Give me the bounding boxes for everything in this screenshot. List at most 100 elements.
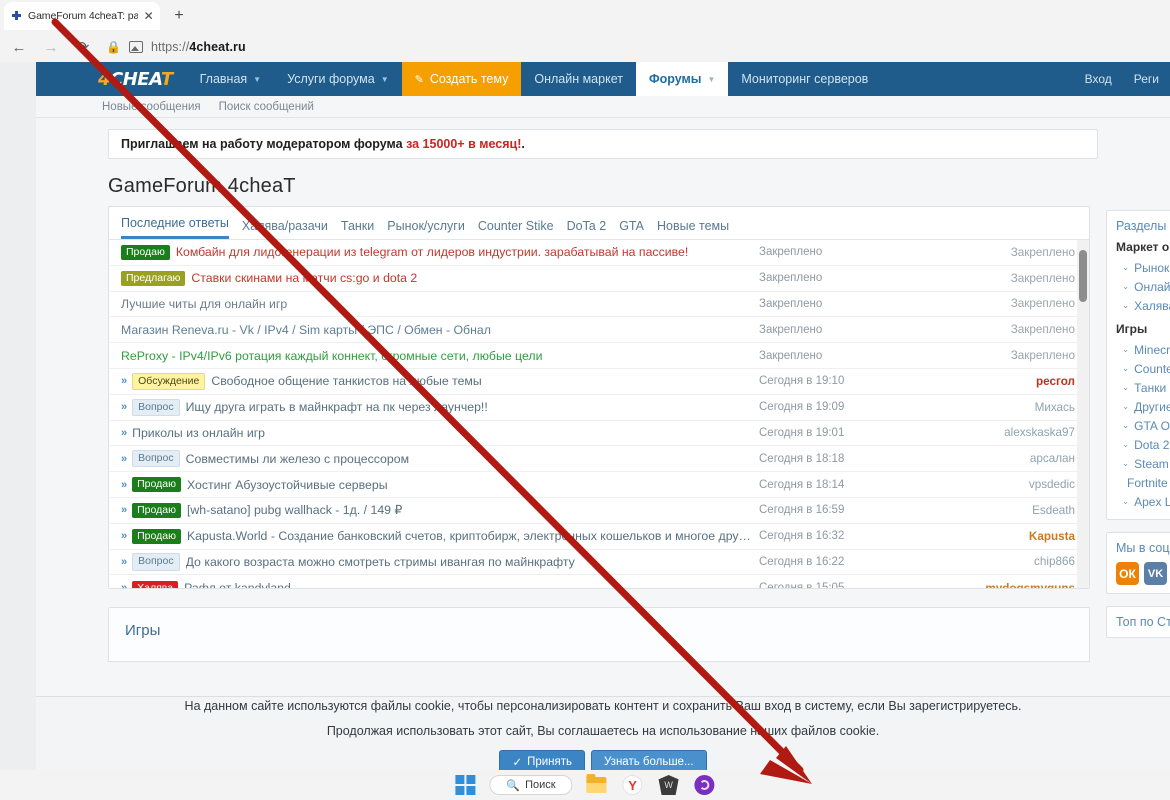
thread-author[interactable]: Закреплено (940, 297, 1075, 310)
thread-author[interactable]: Закреплено (940, 246, 1075, 259)
tab-counter-strike[interactable]: Counter Stike (478, 219, 554, 239)
sidebar-item[interactable]: ⌄Steam (1116, 454, 1170, 473)
start-icon[interactable] (453, 773, 477, 797)
thread-title-link[interactable]: Лучшие читы для онлайн игр (121, 297, 753, 311)
thread-author[interactable]: Закреплено (940, 349, 1075, 362)
thread-author[interactable]: alexskaska97 (940, 426, 1075, 439)
nav-item-online-market[interactable]: Онлайн маркет (521, 62, 636, 96)
cookie-learn-more-button[interactable]: Узнать больше... (591, 750, 707, 770)
table-row[interactable]: »ПродаюХостинг Абузоустойчивые серверыСе… (109, 472, 1089, 498)
sidebar-item[interactable]: ⌄Counter (1116, 359, 1170, 378)
thread-title-link[interactable]: Рафл от kandyland (184, 581, 753, 588)
nav-item-home[interactable]: Главная▼ (187, 62, 275, 96)
thread-title-link[interactable]: До какого возраста можно смотреть стримы… (186, 555, 753, 569)
thread-title-link[interactable]: Свободное общение танкистов на любые тем… (211, 374, 753, 388)
thread-prefix-badge[interactable]: Вопрос (132, 553, 179, 570)
thread-prefix-badge[interactable]: Предлагаю (121, 271, 185, 286)
tab-dota-2[interactable]: DoTa 2 (567, 219, 607, 239)
thread-author[interactable]: Закреплено (940, 323, 1075, 336)
odnoklassniki-icon[interactable]: ОК (1116, 562, 1139, 585)
thread-title-link[interactable]: Приколы из онлайн игр (132, 426, 753, 440)
table-row[interactable]: Магазин Reneva.ru - Vk / IPv4 / Sim карт… (109, 317, 1089, 343)
thread-prefix-badge[interactable]: Продаю (132, 529, 181, 544)
thread-title-link[interactable]: ReProxy - IPv4/IPv6 ротация каждый конне… (121, 349, 753, 363)
scrollbar-thumb[interactable] (1079, 250, 1087, 302)
thread-author[interactable]: mydogsmyguns (940, 582, 1075, 588)
sidebar-item[interactable]: ⌄Онлайн (1116, 277, 1170, 296)
register-link[interactable]: Реги (1123, 62, 1170, 96)
taskbar-search-box[interactable]: 🔍 Поиск (489, 775, 572, 795)
table-row[interactable]: ReProxy - IPv4/IPv6 ротация каждый конне… (109, 343, 1089, 369)
sidebar-item[interactable]: ⌄GTA ON (1116, 416, 1170, 435)
thread-prefix-badge[interactable]: Халява (132, 581, 178, 588)
browser-tab[interactable]: GameForum 4cheaT: разработ ✕ (4, 2, 160, 30)
thread-title-link[interactable]: Комбайн для лидогенерации из telegram от… (176, 245, 753, 259)
tor-browser-icon[interactable] (693, 773, 717, 797)
sidebar-item[interactable]: ⌄Minecra (1116, 340, 1170, 359)
vk-icon[interactable]: VK (1144, 562, 1167, 585)
thread-author[interactable]: Kapusta (940, 530, 1075, 543)
thread-prefix-badge[interactable]: Продаю (132, 503, 181, 518)
sidebar-item[interactable]: ⌄Dota 2 (1116, 435, 1170, 454)
thread-prefix-badge[interactable]: Вопрос (132, 399, 179, 416)
sidebar-item[interactable]: ⌄Apex Le (1116, 492, 1170, 511)
thread-author[interactable]: Михась (940, 401, 1075, 414)
forward-icon[interactable]: → (36, 34, 66, 60)
address-bar[interactable]: 🔒 https://4cheat.ru (106, 34, 1170, 60)
nav-item-create-thread[interactable]: ✎Создать тему (402, 62, 522, 96)
table-row[interactable]: »ВопросИщу друга играть в майнкрафт на п… (109, 395, 1089, 421)
table-row[interactable]: »Приколы из онлайн игрСегодня в 19:01ale… (109, 421, 1089, 447)
thread-author[interactable]: арсалан (940, 452, 1075, 465)
sidebar-item[interactable]: ⌄Танки (1116, 378, 1170, 397)
thread-title-link[interactable]: Ставки скинами на матчи cs:go и dota 2 (191, 271, 753, 285)
back-icon[interactable]: ← (4, 34, 34, 60)
table-row[interactable]: »ВопросДо какого возраста можно смотреть… (109, 550, 1089, 576)
thread-title-link[interactable]: Хостинг Абузоустойчивые серверы (187, 478, 753, 492)
tab-market-services[interactable]: Рынок/услуги (387, 219, 465, 239)
new-tab-button[interactable]: + (168, 5, 190, 27)
table-row[interactable]: »ПродаюKapusta.World - Создание банковск… (109, 524, 1089, 550)
thread-prefix-badge[interactable]: Вопрос (132, 450, 179, 467)
thread-author[interactable]: vpsdedic (940, 478, 1075, 491)
thread-title-link[interactable]: Kapusta.World - Создание банковский счет… (187, 529, 753, 543)
cookie-accept-button[interactable]: ✓Принять (499, 750, 585, 770)
table-row[interactable]: »ОбсуждениеСвободное общение танкистов н… (109, 369, 1089, 395)
table-row[interactable]: »ВопросСовместимы ли железо с процессоро… (109, 446, 1089, 472)
table-row[interactable]: »Продаю[wh-satano] pubg wallhack - 1д. /… (109, 498, 1089, 524)
file-explorer-icon[interactable] (585, 773, 609, 797)
table-row[interactable]: Продаю Комбайн для лидогенерации из teleg… (109, 240, 1089, 266)
reload-icon[interactable]: ⟳ (68, 34, 98, 60)
site-logo[interactable]: 4CHEAT (36, 62, 187, 96)
sidebar-item[interactable]: ⌄Другие (1116, 397, 1170, 416)
thread-title-link[interactable]: Магазин Reneva.ru - Vk / IPv4 / Sim карт… (121, 323, 753, 337)
thread-prefix-badge[interactable]: Обсуждение (132, 373, 205, 390)
thread-author[interactable]: ресгол (940, 375, 1075, 388)
tab-gta[interactable]: GTA (619, 219, 644, 239)
sidebar-item[interactable]: ⌄Халява/ (1116, 296, 1170, 315)
table-row[interactable]: Предлагаю Ставки скинами на матчи cs:go и… (109, 266, 1089, 292)
subnav-new-messages[interactable]: Новые сообщения (102, 101, 201, 113)
thread-author[interactable]: chip866 (940, 555, 1075, 568)
sidebar-item[interactable]: Fortnite Ba (1116, 473, 1170, 492)
tab-new-threads[interactable]: Новые темы (657, 219, 729, 239)
thread-title-link[interactable]: [wh-satano] pubg wallhack - 1д. / 149 ₽ (187, 503, 753, 517)
nav-item-services[interactable]: Услуги форума▼ (274, 62, 402, 96)
thread-author[interactable]: Esdeath (940, 504, 1075, 517)
table-row[interactable]: Лучшие читы для онлайн игрЗакрепленоЗакр… (109, 292, 1089, 318)
thread-list-scrollbar[interactable] (1077, 240, 1089, 588)
login-link[interactable]: Вход (1074, 62, 1123, 96)
world-of-tanks-icon[interactable]: W (657, 773, 681, 797)
thread-prefix-badge[interactable]: Продаю (121, 245, 170, 260)
thread-title-link[interactable]: Ищу друга играть в майнкрафт на пк через… (186, 400, 753, 414)
nav-item-forums[interactable]: Форумы▼ (636, 62, 728, 96)
sidebar-item[interactable]: ⌄Рынок с (1116, 258, 1170, 277)
thread-prefix-badge[interactable]: Продаю (132, 477, 181, 492)
thread-author[interactable]: Закреплено (940, 272, 1075, 285)
nav-item-server-monitoring[interactable]: Мониторинг серверов (728, 62, 881, 96)
tab-tanks[interactable]: Танки (341, 219, 374, 239)
tab-latest-replies[interactable]: Последние ответы (121, 216, 229, 239)
yandex-browser-icon[interactable]: Y (621, 773, 645, 797)
thread-title-link[interactable]: Совместимы ли железо с процессором (186, 452, 753, 466)
close-icon[interactable]: ✕ (143, 10, 154, 22)
table-row[interactable]: »ХаляваРафл от kandylandСегодня в 15:05m… (109, 575, 1089, 588)
